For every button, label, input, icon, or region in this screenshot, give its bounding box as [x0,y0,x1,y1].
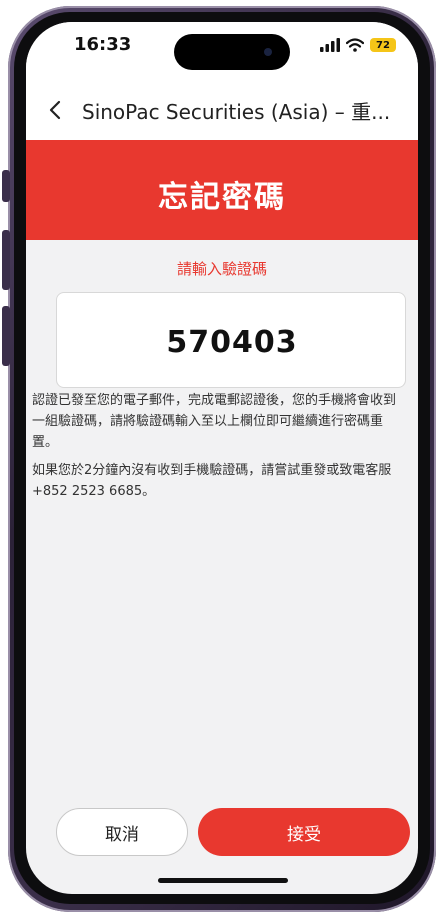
info-paragraph-1: 認證已發至您的電子郵件，完成電郵認證後，您的手機將會收到一組驗證碼，請將驗證碼輸… [32,393,397,450]
screen: 16:33 72 SinoPac Securities (Asia) – 重..… [26,22,418,894]
home-indicator[interactable] [158,878,288,883]
status-icons: 72 [320,38,396,52]
back-chevron-icon[interactable] [44,96,68,124]
page-title: 忘記密碼 [158,180,286,215]
verification-code-input[interactable]: 570403 [56,292,406,388]
nav-title: SinoPac Securities (Asia) – 重... [82,100,391,124]
action-button [2,170,10,202]
battery-icon: 72 [370,38,396,52]
info-paragraph-2: 如果您於2分鐘內沒有收到手機驗證碼，請嘗試重發或致電客服+852 2523 66… [32,463,392,499]
dynamic-island [174,34,290,70]
cancel-button[interactable]: 取消 [56,808,188,856]
signal-icon [320,38,340,52]
navigation-bar: SinoPac Securities (Asia) – 重... [26,80,418,140]
accept-button[interactable]: 接受 [198,808,410,856]
volume-up-button [2,230,10,290]
code-prompt-label: 請輸入驗證碼 [176,260,267,278]
volume-down-button [2,306,10,366]
wifi-icon [346,38,364,52]
status-bar: 16:33 72 [26,22,418,80]
page-header: 忘記密碼 [26,140,418,240]
verification-code-value: 570403 [166,325,298,360]
camera-icon [264,48,272,56]
status-time: 16:33 [74,34,132,55]
